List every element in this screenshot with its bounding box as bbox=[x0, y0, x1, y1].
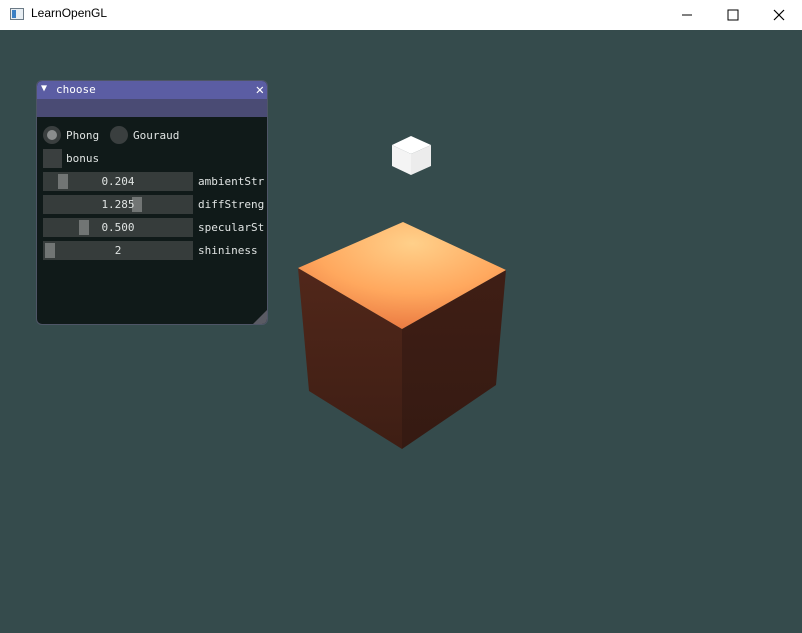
choose-panel[interactable]: ▼ choose ✕ Phong Gouraud bonus 0.204 amb… bbox=[36, 80, 268, 325]
specular-value: 0.500 bbox=[101, 221, 135, 234]
slider-row-specular: 0.500 specularSt bbox=[43, 218, 267, 238]
diffuse-label: diffStreng bbox=[198, 198, 265, 211]
close-icon bbox=[773, 9, 785, 21]
specular-label: specularSt bbox=[198, 221, 265, 234]
window-title: LearnOpenGL bbox=[31, 6, 108, 20]
window-titlebar[interactable]: LearnOpenGL bbox=[0, 0, 802, 30]
minimize-button[interactable] bbox=[664, 0, 710, 30]
panel-close-icon[interactable]: ✕ bbox=[256, 81, 264, 99]
panel-resize-grip[interactable] bbox=[253, 310, 267, 324]
shininess-slider[interactable]: 2 bbox=[43, 241, 193, 260]
bonus-row: bonus bbox=[43, 149, 263, 169]
panel-title: choose bbox=[56, 83, 96, 96]
radio-phong[interactable] bbox=[43, 126, 61, 144]
light-cube bbox=[392, 136, 431, 175]
minimize-icon bbox=[682, 14, 692, 16]
shininess-value: 2 bbox=[114, 244, 122, 257]
specular-slider[interactable]: 0.500 bbox=[43, 218, 193, 237]
ambient-value: 0.204 bbox=[101, 175, 135, 188]
bonus-checkbox[interactable] bbox=[43, 149, 62, 168]
slider-row-diffuse: 1.285 diffStreng bbox=[43, 195, 267, 215]
radio-phong-label: Phong bbox=[66, 129, 100, 142]
shininess-label: shininess bbox=[198, 244, 258, 257]
ambient-slider[interactable]: 0.204 bbox=[43, 172, 193, 191]
close-button[interactable] bbox=[756, 0, 802, 30]
bonus-label: bonus bbox=[66, 152, 100, 165]
opengl-viewport[interactable]: ▼ choose ✕ Phong Gouraud bonus 0.204 amb… bbox=[0, 30, 802, 633]
panel-menubar bbox=[37, 99, 267, 117]
ambient-label: ambientStr bbox=[198, 175, 265, 188]
panel-titlebar[interactable]: ▼ choose ✕ bbox=[37, 81, 267, 99]
maximize-button[interactable] bbox=[710, 0, 756, 30]
slider-row-ambient: 0.204 ambientStr bbox=[43, 172, 267, 192]
diffuse-slider[interactable]: 1.285 bbox=[43, 195, 193, 214]
shading-radio-group: Phong Gouraud bbox=[43, 126, 263, 146]
collapse-icon[interactable]: ▼ bbox=[41, 83, 47, 94]
radio-gouraud[interactable] bbox=[110, 126, 128, 144]
lit-cube bbox=[298, 222, 506, 449]
maximize-icon bbox=[727, 9, 739, 21]
window-icon bbox=[10, 8, 24, 20]
slider-row-shininess: 2 shininess bbox=[43, 241, 267, 261]
diffuse-value: 1.285 bbox=[101, 198, 135, 211]
radio-gouraud-label: Gouraud bbox=[133, 129, 180, 142]
